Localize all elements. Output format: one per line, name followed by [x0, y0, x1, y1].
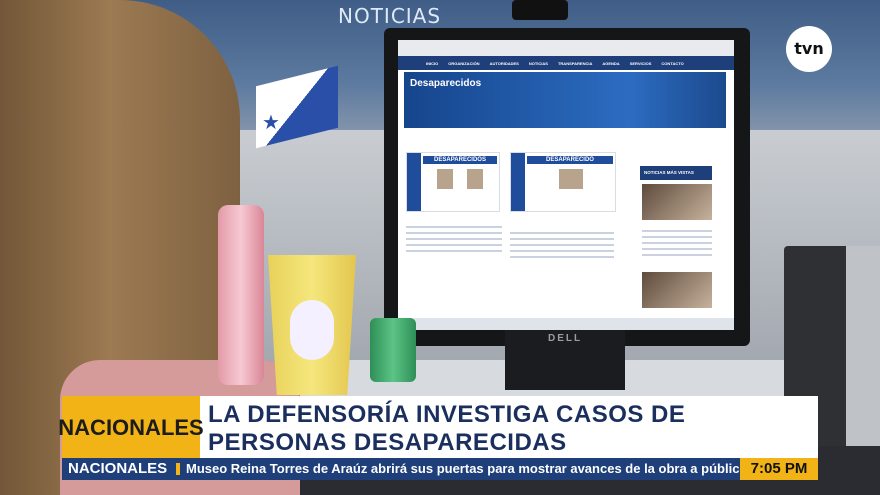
lower-third-tag: NACIONALES — [58, 396, 204, 460]
device-panel — [846, 246, 880, 446]
pink-bottle — [218, 205, 264, 385]
webcam — [512, 0, 568, 20]
flag-star-icon: ★ — [262, 112, 280, 134]
missing-person-card: DESAPARECIDO — [510, 152, 616, 212]
site-navigation: INICIO ORGANIZACIÓN AUTORIDADES NOTICIAS… — [398, 56, 734, 70]
card-strip — [511, 153, 525, 211]
missing-persons-card: DESAPARECIDOS — [406, 152, 500, 212]
site-nav-item: AUTORIDADES — [489, 60, 519, 66]
unicorn-icon — [290, 300, 334, 360]
person-photo — [559, 169, 583, 189]
site-banner-title: Desaparecidos — [410, 78, 482, 89]
site-nav-item: CONTACTO — [661, 60, 684, 66]
sidebar-heading: NOTICIAS MÁS VISTAS — [640, 166, 712, 180]
green-container — [370, 318, 416, 382]
site-banner: Desaparecidos — [404, 72, 726, 128]
ticker-separator — [176, 463, 180, 475]
article-text-lines — [510, 232, 614, 260]
lower-third: NACIONALES LA DEFENSORÍA INVESTIGA CASOS… — [58, 396, 818, 460]
person-photo — [437, 169, 453, 189]
browser-bar — [398, 40, 734, 56]
site-nav-item: ORGANIZACIÓN — [448, 60, 480, 66]
sidebar-news-image — [642, 272, 712, 308]
ticker-text: Museo Reina Torres de Araúz abrirá sus p… — [186, 461, 746, 476]
monitor-screen: INICIO ORGANIZACIÓN AUTORIDADES NOTICIAS… — [398, 40, 734, 330]
site-nav-item: TRANSPARENCIA — [557, 60, 593, 66]
tvn-logo: tvn — [786, 26, 832, 72]
card-title: DESAPARECIDOS — [423, 156, 497, 164]
card-title: DESAPARECIDO — [527, 156, 613, 164]
os-taskbar — [398, 318, 734, 330]
noticias-wall-sign: NOTICIAS — [338, 4, 442, 28]
monitor-brand-label: DELL — [548, 333, 583, 344]
site-nav-item: NOTICIAS — [528, 60, 548, 66]
person-photo — [467, 169, 483, 189]
ticker-time: 7:05 PM — [740, 458, 818, 480]
card-strip — [407, 153, 421, 211]
site-nav-item: SERVICIOS — [629, 60, 652, 66]
news-ticker: NACIONALES Museo Reina Torres de Araúz a… — [62, 458, 818, 480]
site-nav-item: INICIO — [426, 60, 439, 66]
sidebar-news-image — [642, 184, 712, 220]
article-text-lines — [642, 230, 712, 258]
ticker-tag: NACIONALES — [62, 458, 176, 480]
lower-third-headline: LA DEFENSORÍA INVESTIGA CASOS DE PERSONA… — [208, 401, 686, 456]
site-nav-item: AGENDA — [602, 60, 620, 66]
article-text-lines — [406, 226, 502, 254]
